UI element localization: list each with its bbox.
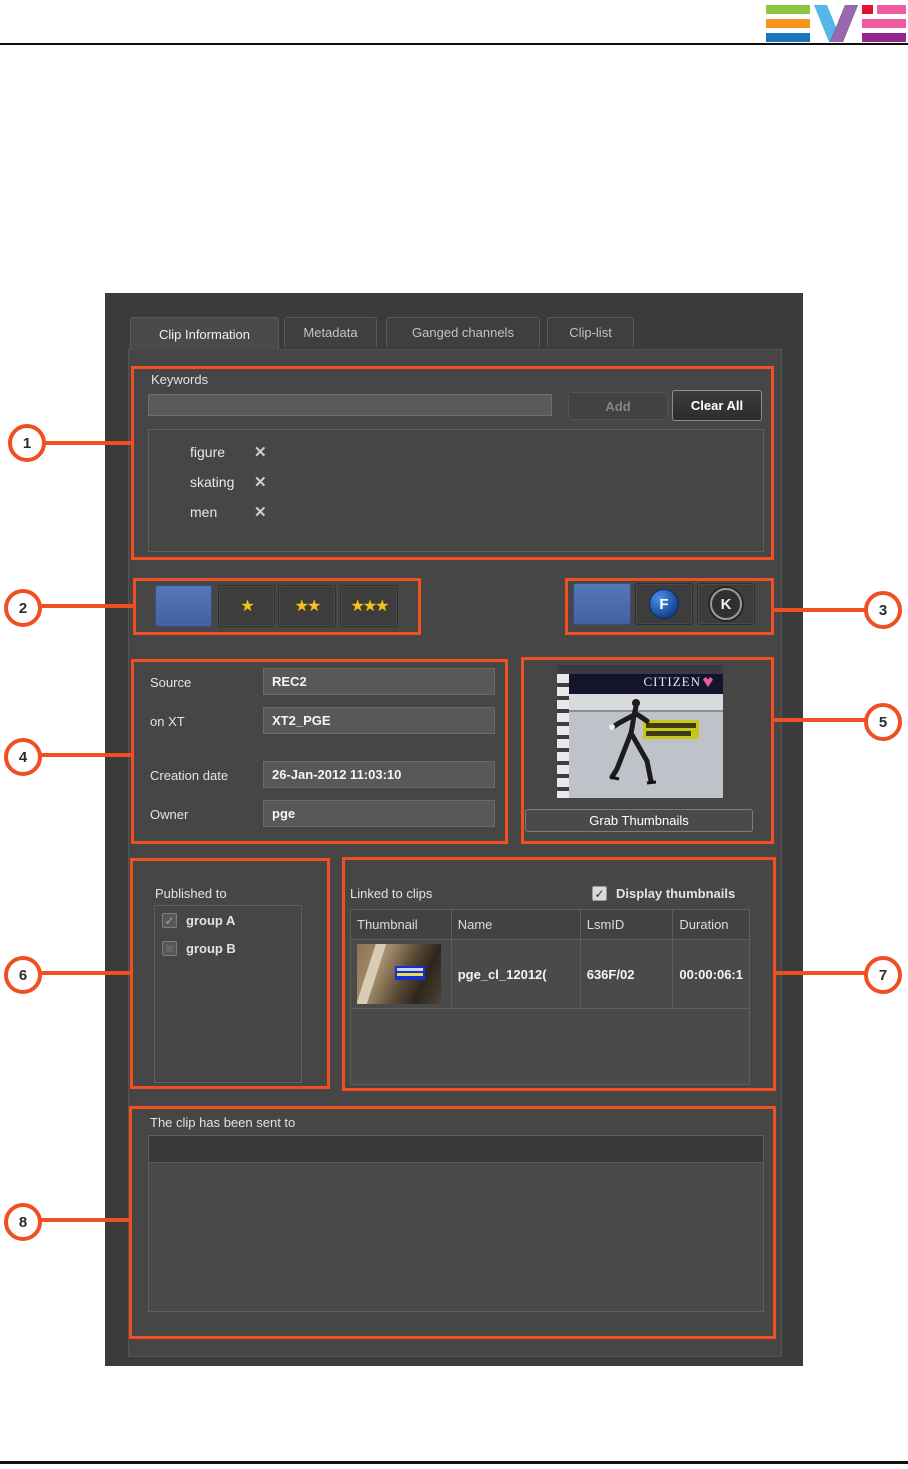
logo-v xyxy=(814,5,858,42)
callout-line-4 xyxy=(36,753,132,757)
tab-label: Clip Information xyxy=(158,326,251,342)
tab-ganged-channels[interactable]: Ganged channels xyxy=(386,317,540,347)
callout-line-2 xyxy=(36,604,134,608)
logo-s-pink-mid xyxy=(862,19,906,28)
logo-e-bar-green xyxy=(766,5,810,14)
callout-box-5 xyxy=(521,657,774,844)
callout-box-2 xyxy=(133,578,421,635)
callout-1: 1 xyxy=(8,424,46,462)
callout-line-8 xyxy=(36,1218,131,1222)
documentation-page: Clip Information Metadata Ganged channel… xyxy=(0,0,908,1469)
callout-line-3 xyxy=(772,608,868,612)
callout-line-7 xyxy=(774,971,868,975)
callout-box-7 xyxy=(342,857,776,1091)
callout-box-6 xyxy=(130,858,330,1089)
callout-box-1 xyxy=(131,366,774,560)
tab-label: Metadata xyxy=(303,325,358,340)
callout-box-8 xyxy=(129,1106,776,1339)
callout-line-5 xyxy=(772,718,868,722)
callout-box-3 xyxy=(565,578,774,635)
callout-box-4 xyxy=(131,659,508,844)
callout-line-6 xyxy=(36,971,132,975)
logo-s-pink-top xyxy=(877,5,906,14)
header-rule xyxy=(0,43,908,45)
callout-8: 8 xyxy=(4,1203,42,1241)
logo-e-bar-orange xyxy=(766,19,810,28)
logo-e-bar-blue xyxy=(766,33,810,42)
logo-s-purple xyxy=(862,33,906,42)
callout-line-1 xyxy=(40,441,132,445)
callout-6: 6 xyxy=(4,956,42,994)
tab-label: Clip-list xyxy=(569,325,612,340)
callout-3: 3 xyxy=(864,591,902,629)
tab-clip-list[interactable]: Clip-list xyxy=(547,317,634,347)
evs-logo xyxy=(766,5,906,42)
footer-rule xyxy=(0,1461,908,1464)
logo-s-red xyxy=(862,5,873,14)
callout-4: 4 xyxy=(4,738,42,776)
tab-label: Ganged channels xyxy=(412,325,514,340)
callout-7: 7 xyxy=(864,956,902,994)
tab-metadata[interactable]: Metadata xyxy=(284,317,377,347)
callout-5: 5 xyxy=(864,703,902,741)
tab-clip-information[interactable]: Clip Information xyxy=(130,317,279,350)
callout-2: 2 xyxy=(4,589,42,627)
